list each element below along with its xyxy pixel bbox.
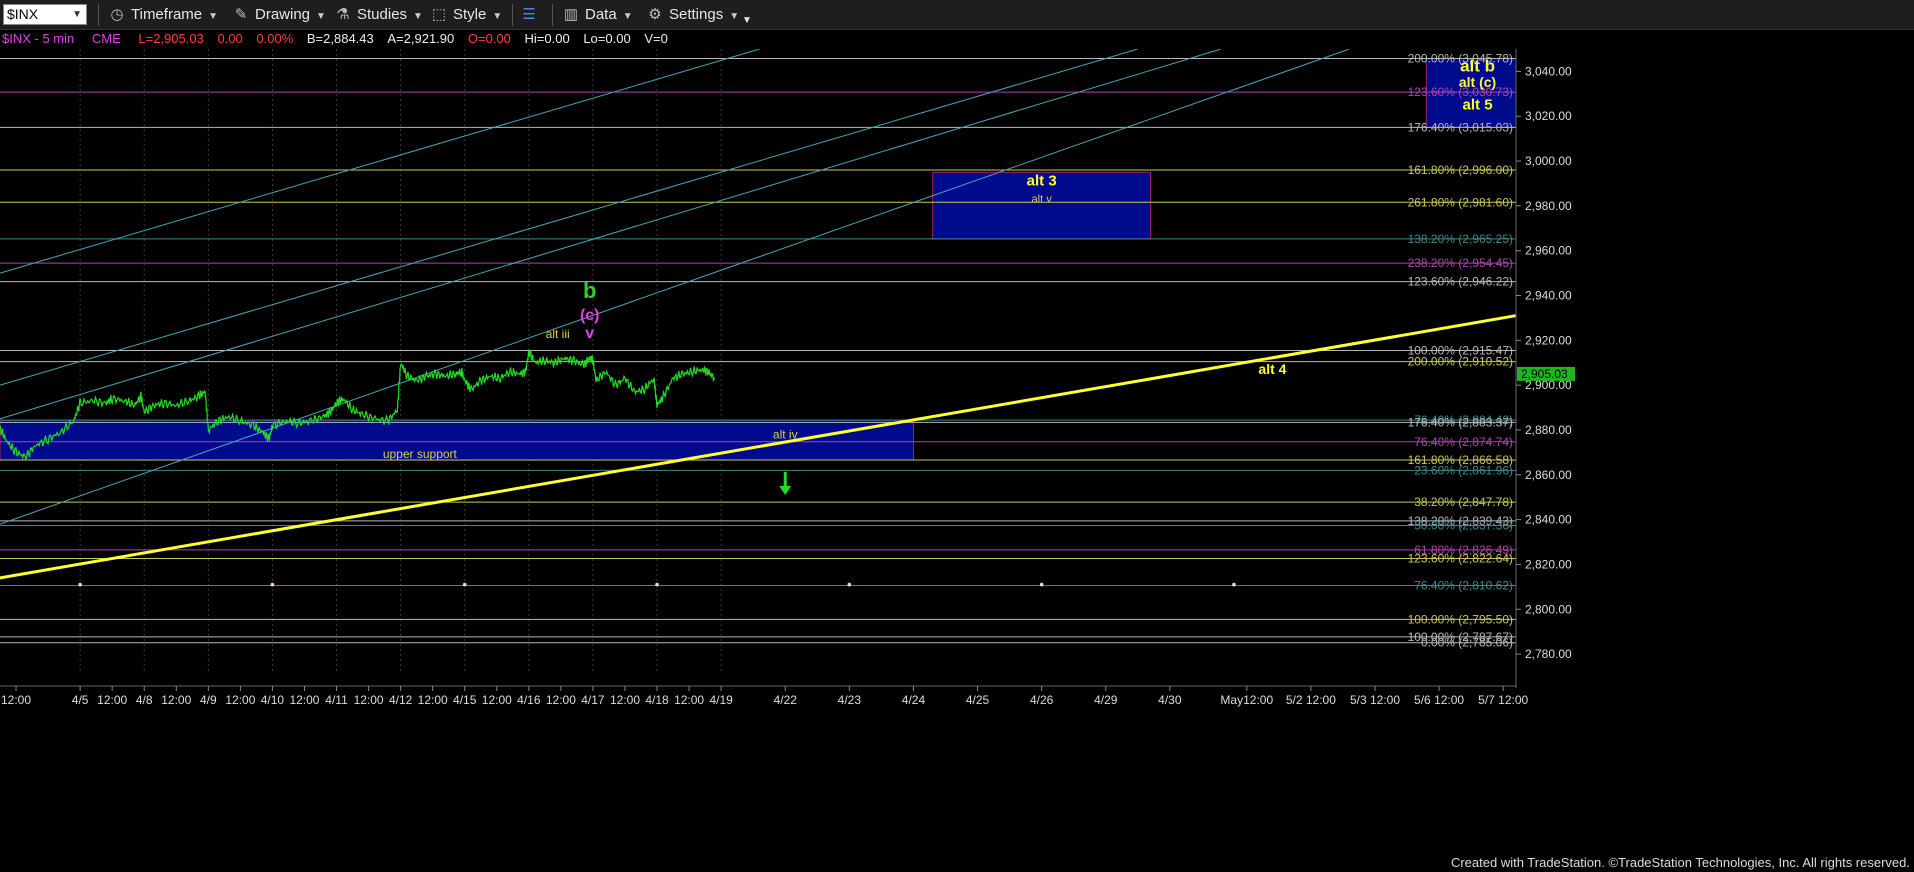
marker-dot [1232,582,1236,587]
x-tick-label: 4/22 [774,693,798,707]
low-price: Lo=0.00 [583,31,631,46]
alt-v-label: alt v [1032,193,1053,205]
y-tick-label: 2,880.00 [1525,423,1572,437]
wave-annotation: v [585,325,594,342]
fib-level-label: 50.00% (2,837.36) [1414,519,1513,533]
alt-5-label: alt 5 [1463,97,1493,114]
x-tick-label: 4/16 [517,693,541,707]
fib-level-label: 23.60% (2,861.96) [1414,463,1513,477]
alt-3-label: alt 3 [1027,173,1057,190]
fib-level-label: 38.20% (2,847.78) [1414,495,1513,509]
x-tick-label: 12:00 [354,693,384,707]
x-tick-label: 4/15 [453,693,477,707]
fib-level-label: 261.80% (2,981.60) [1408,195,1513,209]
exchange-label: CME [91,31,121,46]
x-tick-label: 5/3 12:00 [1350,693,1400,707]
fib-level-label: 138.20% (2,965.25) [1408,232,1513,246]
upper-support-label: upper support [383,447,458,461]
y-tick-label: 2,940.00 [1525,289,1572,303]
symbol-info-bar: $INX - 5 min CME L=2,905.03 0.00 0.00% B… [0,30,668,48]
x-tick-label: 4/25 [966,693,990,707]
last-price: L=2,905.03 [138,31,204,46]
percent-change: 0.00% [256,31,294,46]
y-tick-label: 2,780.00 [1525,647,1572,661]
y-tick-label: 2,920.00 [1525,333,1572,347]
x-tick-label: 4/12 [389,693,413,707]
x-tick-label: 4/8 [136,693,153,707]
fib-level-label: 176.40% (2,883.37) [1408,415,1513,429]
fib-level-label: 76.40% (2,874.74) [1414,435,1513,449]
x-tick-label: 4/10 [261,693,285,707]
x-tick-label: 12:00 [418,693,448,707]
marker-dot [78,582,82,587]
x-tick-label: 4/17 [581,693,605,707]
alt-b-label: alt b [1460,56,1495,75]
x-tick-label: 4/11 [325,693,348,707]
bid-price: B=2,884.43 [306,31,374,46]
marker-dot [655,582,659,587]
x-tick-label: 5/2 12:00 [1286,693,1336,707]
marker-dot [847,582,852,587]
x-tick-label: 12:00 [161,693,191,707]
x-tick-label: 12:00 [289,693,319,707]
wave-annotation: (c) [580,307,600,324]
fib-level-label: 200.00% (2,910.52) [1408,355,1513,369]
x-tick-label: 5/6 12:00 [1414,693,1464,707]
marker-dot [270,582,275,587]
fib-level-label: 238.20% (2,954.45) [1408,256,1513,270]
y-tick-label: 2,960.00 [1525,244,1572,258]
fib-level-label: 100.00% (2,795.50) [1408,612,1513,626]
wave-annotation: alt 4 [1258,361,1286,377]
high-price: Hi=0.00 [524,31,570,46]
price-chart[interactable]: 200.00% (3,045.78)123.60% (3,030.73)176.… [0,0,1914,872]
channel-line [0,49,760,274]
x-tick-label: 12:00 [482,693,512,707]
x-tick-label: 4/23 [838,693,862,707]
x-tick-label: 4/24 [902,693,926,707]
y-tick-label: 2,980.00 [1525,199,1572,213]
open-price: O=0.00 [467,31,511,46]
y-tick-label: 2,860.00 [1525,468,1572,482]
x-tick-label: 12:00 [1,693,31,707]
last-price-marker-label: 2,905.03 [1521,367,1568,381]
fib-level-label: 161.80% (2,996.00) [1408,163,1513,177]
chart-title: $INX - 5 min [2,31,75,46]
marker-dot [462,582,467,587]
y-tick-label: 3,020.00 [1525,109,1572,123]
x-tick-label: 12:00 [225,693,255,707]
alt-iv-label: alt iv [773,427,798,441]
x-tick-label: 12:00 [610,693,640,707]
x-tick-label: 4/19 [709,693,733,707]
x-tick-label: 4/9 [200,693,217,707]
y-tick-label: 2,820.00 [1525,557,1572,571]
wave-annotation: alt iii [546,327,570,341]
x-tick-label: 4/30 [1158,693,1182,707]
x-tick-label: 4/26 [1030,693,1054,707]
fib-level-label: 76.40% (2,810.62) [1414,578,1513,592]
x-tick-label: 12:00 [546,693,576,707]
wave-annotation: b [583,278,596,303]
net-change: 0.00 [217,31,243,46]
ask-price: A=2,921.90 [387,31,455,46]
volume: V=0 [644,31,668,46]
alt-c-label: alt (c) [1459,74,1496,90]
x-tick-label: 12:00 [97,693,127,707]
x-tick-label: 4/18 [645,693,669,707]
marker-dot [1039,582,1044,587]
x-tick-label: 4/5 [72,693,89,707]
y-tick-label: 2,800.00 [1525,602,1572,616]
y-tick-label: 3,000.00 [1525,154,1572,168]
x-tick-label: 5/7 12:00 [1478,693,1528,707]
fib-level-label: 176.40% (3,015.03) [1408,120,1513,134]
x-tick-label: 12:00 [674,693,704,707]
x-tick-label: May12:00 [1220,693,1273,707]
y-tick-label: 2,840.00 [1525,513,1572,527]
y-tick-label: 3,040.00 [1525,64,1572,78]
down-arrow-icon [779,485,792,495]
footer-credit: Created with TradeStation. ©TradeStation… [1450,855,1910,870]
fib-level-label: 123.60% (2,946.22) [1408,275,1513,289]
fib-level-label: 0.00% (2,785.06) [1421,636,1513,650]
fib-level-label: 123.60% (2,822.64) [1408,552,1513,566]
x-tick-label: 4/29 [1094,693,1118,707]
